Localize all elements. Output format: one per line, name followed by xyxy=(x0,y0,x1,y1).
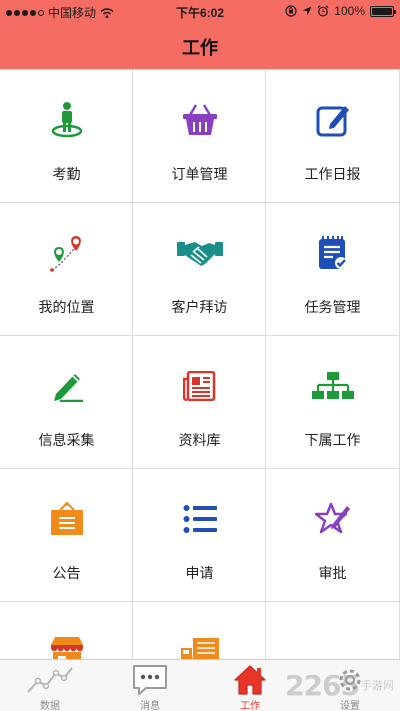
grid-item-checkin[interactable]: 考勤 xyxy=(0,70,133,203)
app-header: 中国移动 下午6:02 100% 工作 xyxy=(0,0,400,69)
grid-item-subordinate-work[interactable]: 下属工作 xyxy=(266,336,400,469)
grid-item-label: 申请 xyxy=(185,565,214,581)
alarm-icon xyxy=(317,5,329,17)
grid-item-approval[interactable]: 审批 xyxy=(266,469,400,602)
shopping-basket-icon xyxy=(182,104,217,135)
tab-label: 数据 xyxy=(40,701,60,711)
grid-item-customer-visit[interactable]: 客户拜访 xyxy=(133,203,266,336)
org-chart-icon xyxy=(311,372,354,399)
tab-data[interactable]: 数据 xyxy=(0,660,100,711)
grid-item-label: 审批 xyxy=(318,565,347,581)
location-arrow-icon xyxy=(302,6,312,16)
grid-item-announcement[interactable]: 公告 xyxy=(0,469,133,602)
task-clipboard-icon xyxy=(318,236,347,269)
grid-item-daily-report[interactable]: 工作日报 xyxy=(266,70,400,203)
grid-item-delivery[interactable] xyxy=(133,602,266,659)
grid-item-orders[interactable]: 订单管理 xyxy=(133,70,266,203)
grid-item-label: 资料库 xyxy=(178,432,221,448)
grid-item-label: 信息采集 xyxy=(38,432,95,448)
orientation-lock-icon xyxy=(285,5,297,17)
watermark-text: 手游网 xyxy=(361,680,394,692)
line-chart-icon xyxy=(27,667,73,693)
edit-report-icon xyxy=(316,106,349,137)
grid-item-label: 任务管理 xyxy=(304,299,361,315)
delivery-truck-icon xyxy=(180,638,219,659)
grid-item-application[interactable]: 申请 xyxy=(133,469,266,602)
grid-item-label: 下属工作 xyxy=(304,432,361,448)
notice-board-icon xyxy=(50,502,83,535)
chat-bubble-icon xyxy=(133,665,167,695)
grid-item-library[interactable]: 资料库 xyxy=(133,336,266,469)
checkin-person-icon xyxy=(51,102,82,138)
grid-item-empty xyxy=(266,602,400,659)
status-bar: 中国移动 下午6:02 100% xyxy=(0,0,400,22)
work-grid: 考勤 订单管理 工作日报 我的位置 客户拜访 任务管理 信息采集 资料库 下属工… xyxy=(0,69,400,659)
list-icon xyxy=(183,505,217,533)
pen-write-icon xyxy=(53,374,83,402)
grid-item-task-management[interactable]: 任务管理 xyxy=(266,203,400,336)
grid-item-label: 工作日报 xyxy=(304,166,361,182)
handshake-icon xyxy=(176,242,223,266)
battery-icon xyxy=(370,5,396,17)
watermark-number: 2265 xyxy=(285,668,360,702)
grid-item-label: 客户拜访 xyxy=(171,299,228,315)
grid-item-label: 考勤 xyxy=(52,166,81,182)
tab-label: 消息 xyxy=(140,701,160,711)
tab-messages[interactable]: 消息 xyxy=(100,660,200,711)
location-pins-icon xyxy=(49,236,81,272)
grid-item-my-location[interactable]: 我的位置 xyxy=(0,203,133,336)
home-icon xyxy=(234,665,266,695)
grid-item-label: 公告 xyxy=(52,565,81,581)
page-title: 工作 xyxy=(182,38,218,58)
site-watermark: 2265 手游网 xyxy=(285,662,394,708)
store-icon xyxy=(50,637,83,659)
grid-item-store[interactable] xyxy=(0,602,133,659)
battery-percent: 100% xyxy=(334,4,365,18)
grid-item-label: 我的位置 xyxy=(38,299,95,315)
star-edit-icon xyxy=(314,502,350,534)
newspaper-icon xyxy=(182,371,215,401)
grid-item-info-collection[interactable]: 信息采集 xyxy=(0,336,133,469)
grid-item-label: 订单管理 xyxy=(171,166,228,182)
